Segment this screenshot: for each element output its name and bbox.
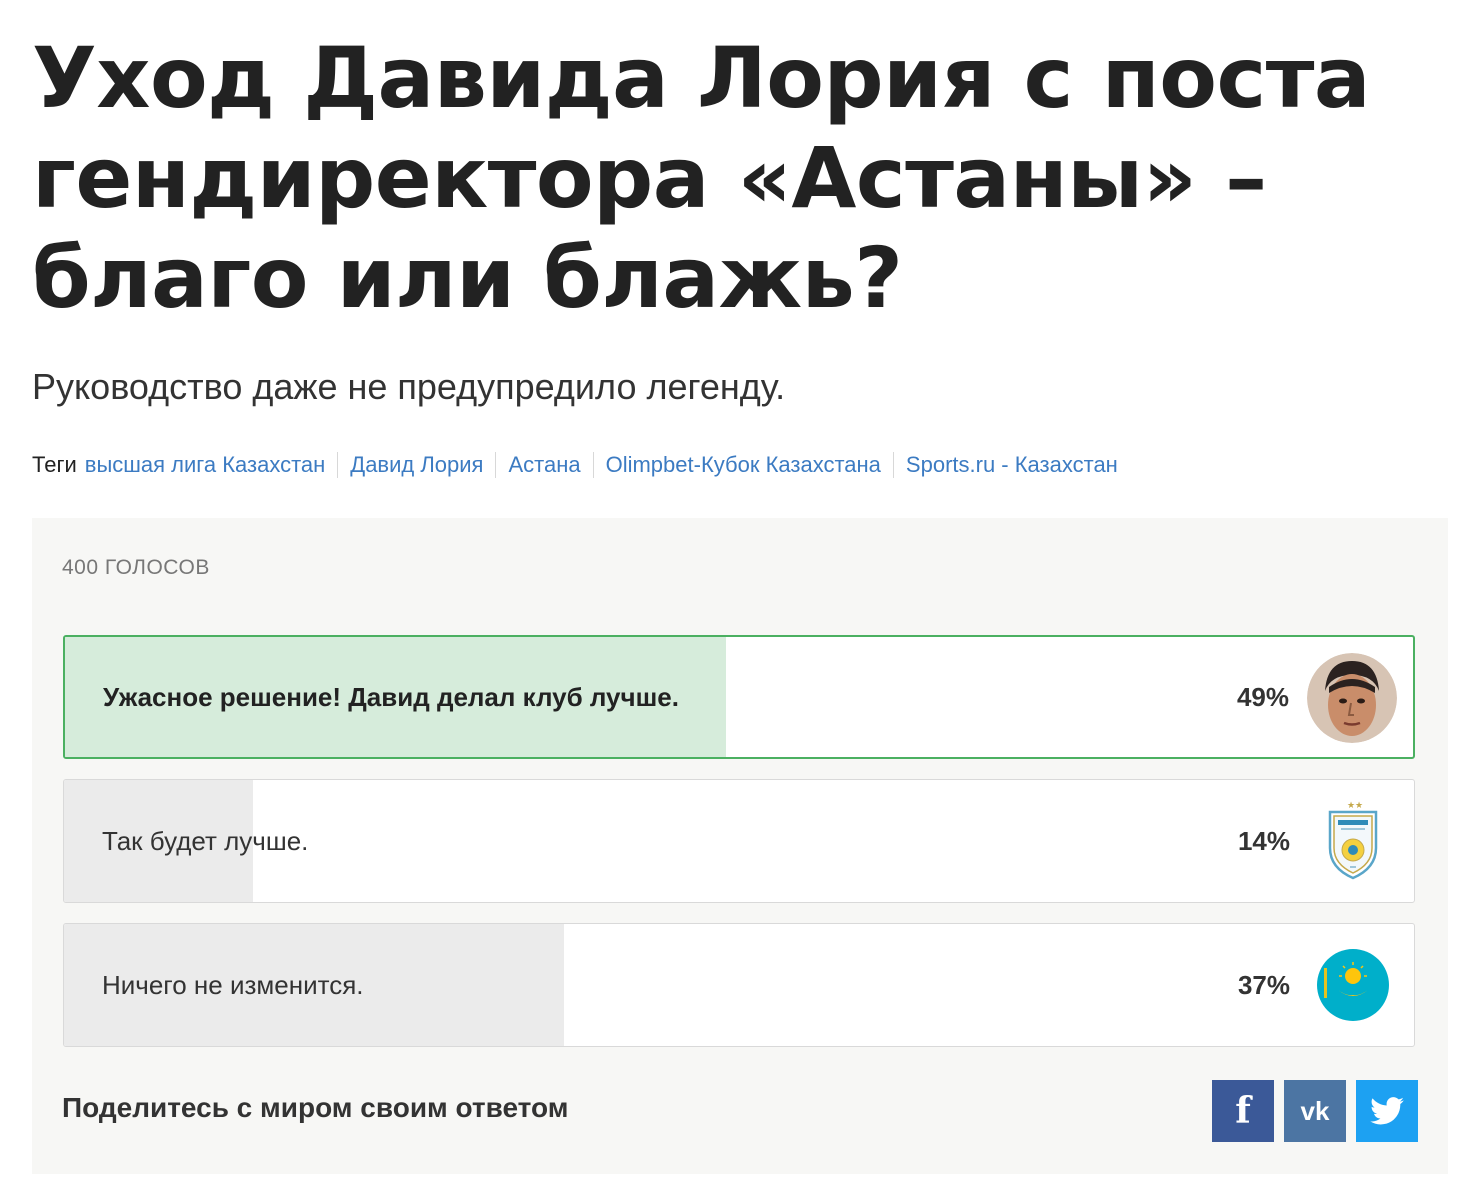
poll-option-percent: 37% <box>1237 969 1290 1000</box>
facebook-icon: f <box>1235 1090 1251 1132</box>
vote-count: 400 ГОЛОСОВ <box>62 556 210 579</box>
article-subtitle: Руководство даже не предупредило легенду… <box>32 366 786 407</box>
twitter-share-button[interactable] <box>1356 1080 1418 1142</box>
tag-link[interactable]: Астана <box>496 452 594 478</box>
poll-option[interactable]: Так будет лучше. 14% ★ ★ <box>63 779 1415 903</box>
poll-option-percent: 14% <box>1237 825 1290 856</box>
vk-icon: vk <box>1300 1095 1330 1126</box>
share-buttons: f vk <box>1212 1080 1418 1142</box>
article-title: Уход Давида Лория с поста гендиректора «… <box>32 29 1371 327</box>
tag-link[interactable]: Sports.ru - Казахстан <box>894 452 1130 478</box>
tag-link[interactable]: высшая лига Казахстан <box>85 452 339 478</box>
poll-widget: 400 ГОЛОСОВ Ужасное решение! Давид делал… <box>32 518 1448 1174</box>
astana-club-logo-icon: ★ ★ <box>1308 796 1398 886</box>
person-photo-icon <box>1307 653 1397 743</box>
tags-label: Теги <box>32 452 77 477</box>
svg-text:★: ★ <box>1347 801 1355 811</box>
poll-option-percent: 49% <box>1236 681 1289 712</box>
svg-text:★: ★ <box>1355 801 1363 811</box>
vk-share-button[interactable]: vk <box>1284 1080 1346 1142</box>
poll-option[interactable]: Ничего не изменится. 37% <box>63 923 1415 1047</box>
tag-link[interactable]: Давид Лория <box>338 452 497 478</box>
poll-option[interactable]: Ужасное решение! Давид делал клуб лучше.… <box>63 635 1415 759</box>
facebook-share-button[interactable]: f <box>1212 1080 1274 1142</box>
poll-option-label: Ничего не изменится. <box>102 969 364 1000</box>
twitter-bird-icon <box>1370 1097 1404 1125</box>
poll-option-label: Так будет лучше. <box>102 825 309 856</box>
tag-link[interactable]: Olimpbet-Кубок Казахстана <box>594 452 894 478</box>
poll-option-label: Ужасное решение! Давид делал клуб лучше. <box>103 681 679 712</box>
share-prompt: Поделитесь с миром своим ответом <box>62 1092 569 1123</box>
kazakhstan-flag-icon <box>1308 940 1398 1030</box>
tags-row: Теги высшая лига Казахстан Давид Лория А… <box>32 452 1130 478</box>
